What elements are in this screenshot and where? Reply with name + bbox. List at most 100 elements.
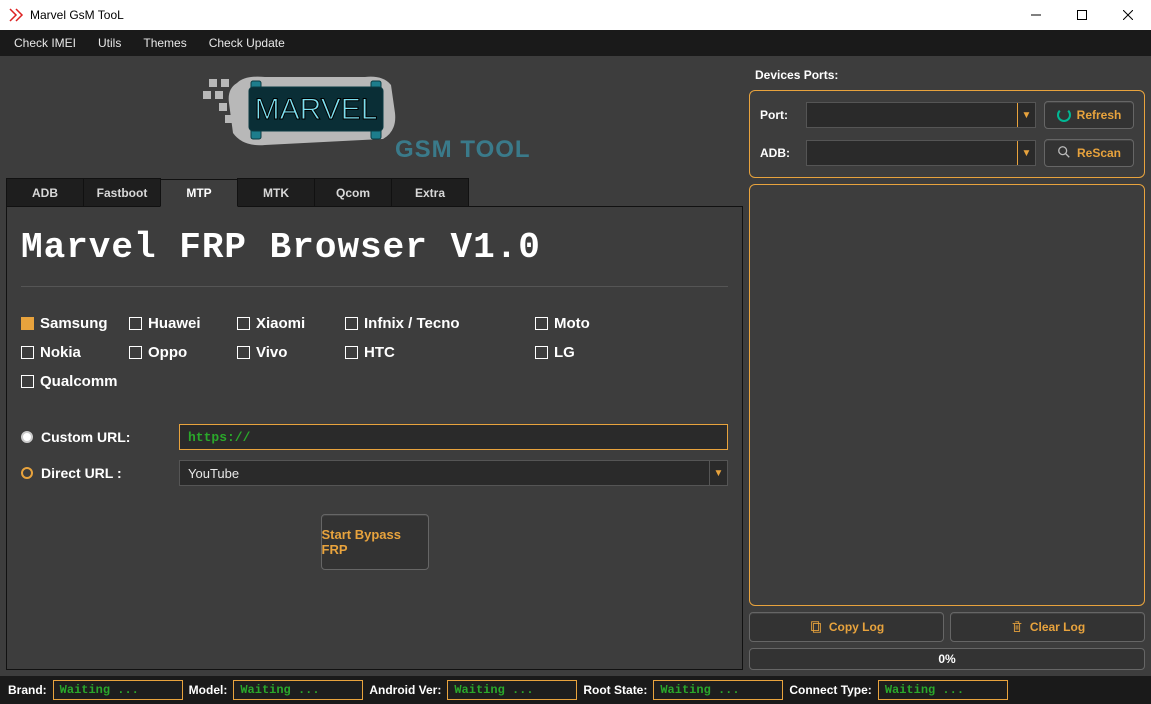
status-root-value: Waiting ... <box>653 680 783 700</box>
title-bar: Marvel GsM TooL <box>0 0 1151 30</box>
status-brand-value: Waiting ... <box>53 680 183 700</box>
copy-log-button[interactable]: Copy Log <box>749 612 944 642</box>
tab-bar: ADB Fastboot MTP MTK Qcom Extra <box>6 178 743 207</box>
checkbox-vivo[interactable]: Vivo <box>237 344 345 361</box>
tab-mtp[interactable]: MTP <box>160 179 238 207</box>
progress-bar: 0% <box>749 648 1145 670</box>
window-title: Marvel GsM TooL <box>30 8 124 22</box>
tab-fastboot[interactable]: Fastboot <box>83 178 161 206</box>
trash-icon <box>1010 620 1024 634</box>
checkbox-icon <box>535 346 548 359</box>
status-android-value: Waiting ... <box>447 680 577 700</box>
left-column: MARVEL GSM TOOL ADB Fastboot MTP MTK Qco… <box>6 68 743 670</box>
port-combo[interactable]: ▼ <box>806 102 1036 128</box>
custom-url-input[interactable] <box>179 424 728 450</box>
checkbox-label: Oppo <box>148 344 187 361</box>
refresh-button[interactable]: Refresh <box>1044 101 1134 129</box>
adb-label: ADB: <box>760 146 798 160</box>
menu-check-imei[interactable]: Check IMEI <box>4 32 86 54</box>
checkbox-icon <box>345 317 358 330</box>
radio-custom-url[interactable] <box>21 431 33 443</box>
direct-url-combo[interactable]: YouTube ▼ <box>179 460 728 486</box>
status-connect-value: Waiting ... <box>878 680 1008 700</box>
direct-url-label: Direct URL : <box>41 465 171 481</box>
status-root-label: Root State: <box>583 683 647 697</box>
menu-utils[interactable]: Utils <box>88 32 131 54</box>
port-row: Port: ▼ Refresh <box>760 101 1134 129</box>
checkbox-label: LG <box>554 344 575 361</box>
logo-text-gsmtool: GSM TOOL <box>395 136 531 163</box>
refresh-label: Refresh <box>1077 108 1122 122</box>
clear-log-button[interactable]: Clear Log <box>950 612 1145 642</box>
checkbox-nokia[interactable]: Nokia <box>21 344 129 361</box>
divider <box>21 286 728 287</box>
right-column: Devices Ports: Port: ▼ Refresh ADB: ▼ <box>749 68 1145 670</box>
app-icon <box>8 7 24 23</box>
start-bypass-frp-button[interactable]: Start Bypass FRP <box>321 514 429 570</box>
checkbox-lg[interactable]: LG <box>535 344 655 361</box>
brand-checkbox-grid: Samsung Huawei Xiaomi Infnix / Tecno Mot… <box>21 315 728 390</box>
checkbox-label: Qualcomm <box>40 373 118 390</box>
chevron-down-icon: ▼ <box>1017 141 1035 165</box>
status-brand-label: Brand: <box>8 683 47 697</box>
minimize-button[interactable] <box>1013 0 1059 30</box>
checkbox-icon <box>21 317 34 330</box>
adb-row: ADB: ▼ ReScan <box>760 139 1134 167</box>
checkbox-label: Vivo <box>256 344 287 361</box>
adb-combo[interactable]: ▼ <box>806 140 1036 166</box>
checkbox-icon <box>21 375 34 388</box>
main-area: MARVEL GSM TOOL ADB Fastboot MTP MTK Qco… <box>0 56 1151 676</box>
checkbox-icon <box>535 317 548 330</box>
checkbox-qualcomm[interactable]: Qualcomm <box>21 373 129 390</box>
copy-log-label: Copy Log <box>829 620 884 634</box>
checkbox-htc[interactable]: HTC <box>345 344 535 361</box>
tab-extra[interactable]: Extra <box>391 178 469 206</box>
devices-ports-box: Port: ▼ Refresh ADB: ▼ <box>749 90 1145 178</box>
status-android-label: Android Ver: <box>369 683 441 697</box>
port-label: Port: <box>760 108 798 122</box>
direct-url-row: Direct URL : YouTube ▼ <box>21 460 728 486</box>
maximize-button[interactable] <box>1059 0 1105 30</box>
refresh-icon <box>1057 108 1071 122</box>
tab-mtk[interactable]: MTK <box>237 178 315 206</box>
rescan-button[interactable]: ReScan <box>1044 139 1134 167</box>
tab-qcom[interactable]: Qcom <box>314 178 392 206</box>
checkbox-infnix-tecno[interactable]: Infnix / Tecno <box>345 315 535 332</box>
checkbox-icon <box>21 346 34 359</box>
copy-icon <box>809 620 823 634</box>
radio-direct-url[interactable] <box>21 467 33 479</box>
direct-url-value: YouTube <box>180 466 709 481</box>
log-output[interactable] <box>749 184 1145 606</box>
logo: MARVEL GSM TOOL <box>6 68 743 172</box>
status-model-value: Waiting ... <box>233 680 363 700</box>
checkbox-label: Nokia <box>40 344 81 361</box>
clear-log-label: Clear Log <box>1030 620 1085 634</box>
log-buttons: Copy Log Clear Log <box>749 612 1145 642</box>
checkbox-icon <box>237 317 250 330</box>
chevron-down-icon: ▼ <box>1017 103 1035 127</box>
chevron-down-icon: ▼ <box>709 461 727 485</box>
checkbox-label: Xiaomi <box>256 315 305 332</box>
custom-url-label: Custom URL: <box>41 429 171 445</box>
checkbox-huawei[interactable]: Huawei <box>129 315 237 332</box>
checkbox-icon <box>345 346 358 359</box>
checkbox-label: Infnix / Tecno <box>364 315 460 332</box>
checkbox-icon <box>129 346 142 359</box>
checkbox-moto[interactable]: Moto <box>535 315 655 332</box>
status-model-label: Model: <box>189 683 228 697</box>
checkbox-label: Samsung <box>40 315 108 332</box>
devices-ports-label: Devices Ports: <box>755 68 1145 82</box>
checkbox-xiaomi[interactable]: Xiaomi <box>237 315 345 332</box>
checkbox-label: HTC <box>364 344 395 361</box>
menu-bar: Check IMEI Utils Themes Check Update <box>0 30 1151 56</box>
menu-check-update[interactable]: Check Update <box>199 32 295 54</box>
checkbox-icon <box>129 317 142 330</box>
checkbox-oppo[interactable]: Oppo <box>129 344 237 361</box>
menu-themes[interactable]: Themes <box>133 32 196 54</box>
checkbox-label: Moto <box>554 315 590 332</box>
close-button[interactable] <box>1105 0 1151 30</box>
tab-adb[interactable]: ADB <box>6 178 84 206</box>
status-bar: Brand: Waiting ... Model: Waiting ... An… <box>0 676 1151 704</box>
checkbox-samsung[interactable]: Samsung <box>21 315 129 332</box>
panel-title: Marvel FRP Browser V1.0 <box>21 227 728 268</box>
